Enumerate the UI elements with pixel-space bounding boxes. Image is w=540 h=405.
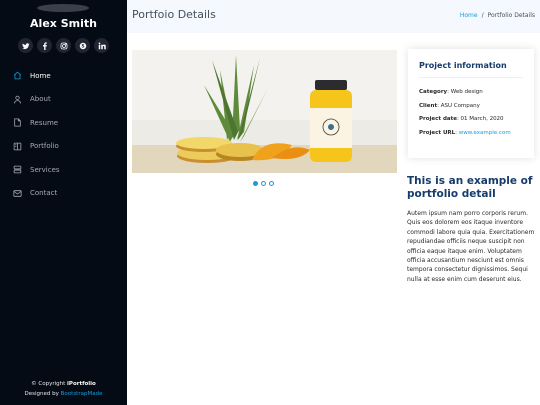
credits-text: Designed by	[24, 391, 61, 397]
project-info-title: Project information	[419, 61, 523, 78]
facebook-icon[interactable]	[37, 38, 52, 53]
nav-item-contact[interactable]: Contact	[0, 182, 127, 206]
category-value: : Web design	[447, 89, 483, 95]
nav-item-home[interactable]: Home	[0, 64, 127, 88]
slider-dot[interactable]	[269, 181, 274, 186]
url-label: Project URL	[419, 129, 456, 136]
nav-item-label: About	[30, 95, 51, 104]
twitter-icon[interactable]	[18, 38, 33, 53]
profile-name[interactable]: Alex Smith	[0, 17, 127, 30]
copyright-text: © Copyright	[31, 381, 68, 387]
brand-name: iPortfolio	[67, 381, 96, 387]
social-links: S	[18, 38, 109, 53]
slider-dot[interactable]	[261, 181, 266, 186]
breadcrumb-separator: /	[481, 12, 484, 19]
sidebar: Alex Smith S Home About Resume Portfolio…	[0, 0, 127, 405]
client-label: Client	[419, 102, 438, 109]
nav-item-label: Resume	[30, 118, 59, 127]
project-category: Category: Web design	[419, 86, 523, 100]
main-nav: Home About Resume Portfolio Services Con…	[0, 64, 127, 205]
svg-text:S: S	[81, 43, 84, 49]
nav-item-label: Contact	[30, 189, 58, 198]
slider-pagination	[253, 181, 274, 186]
nav-item-services[interactable]: Services	[0, 158, 127, 182]
project-url-link[interactable]: www.example.com	[459, 130, 511, 136]
envelope-icon	[13, 189, 22, 198]
breadcrumb-home-link[interactable]: Home	[460, 12, 478, 19]
portfolio-slider-image[interactable]	[132, 50, 397, 173]
server-icon	[13, 165, 22, 174]
file-icon	[13, 118, 22, 127]
project-url: Project URL: www.example.com	[419, 127, 523, 141]
portfolio-description-title: This is an example of portfolio detail	[407, 175, 533, 200]
home-icon	[13, 71, 22, 80]
nav-item-about[interactable]: About	[0, 88, 127, 112]
nav-item-portfolio[interactable]: Portfolio	[0, 135, 127, 159]
credits: Designed by BootstrapMade	[0, 389, 127, 399]
nav-item-resume[interactable]: Resume	[0, 111, 127, 135]
category-label: Category	[419, 89, 448, 95]
book-icon	[13, 142, 22, 151]
project-date: Project date: 01 March, 2020	[419, 113, 523, 127]
nav-item-label: Services	[30, 165, 60, 174]
breadcrumb-current: Portfolio Details	[487, 12, 535, 19]
linkedin-icon[interactable]	[94, 38, 109, 53]
instagram-icon[interactable]	[56, 38, 71, 53]
nav-item-label: Home	[30, 71, 51, 80]
slider-dot[interactable]	[253, 181, 258, 186]
nav-item-label: Portfolio	[30, 142, 59, 151]
client-value: : ASU Company	[437, 102, 480, 109]
project-client: Client: ASU Company	[419, 100, 523, 114]
breadcrumb: Home / Portfolio Details	[460, 12, 535, 19]
project-info-card: Project information Category: Web design…	[408, 49, 534, 158]
breadcrumbs-section: Portfoio Details Home / Portfolio Detail…	[127, 0, 540, 33]
skype-icon[interactable]: S	[75, 38, 90, 53]
date-label: Project date	[419, 116, 457, 122]
sidebar-footer: © Copyright iPortfolio Designed by Boots…	[0, 379, 127, 399]
avatar[interactable]	[37, 4, 89, 12]
portfolio-description-text: Autem ipsum nam porro corporis rerum. Qu…	[407, 210, 535, 283]
designer-link[interactable]: BootstrapMade	[61, 391, 103, 397]
date-value: : 01 March, 2020	[456, 116, 504, 122]
copyright: © Copyright iPortfolio	[0, 379, 127, 389]
page-title: Portfoio Details	[132, 8, 216, 21]
person-icon	[13, 95, 22, 104]
